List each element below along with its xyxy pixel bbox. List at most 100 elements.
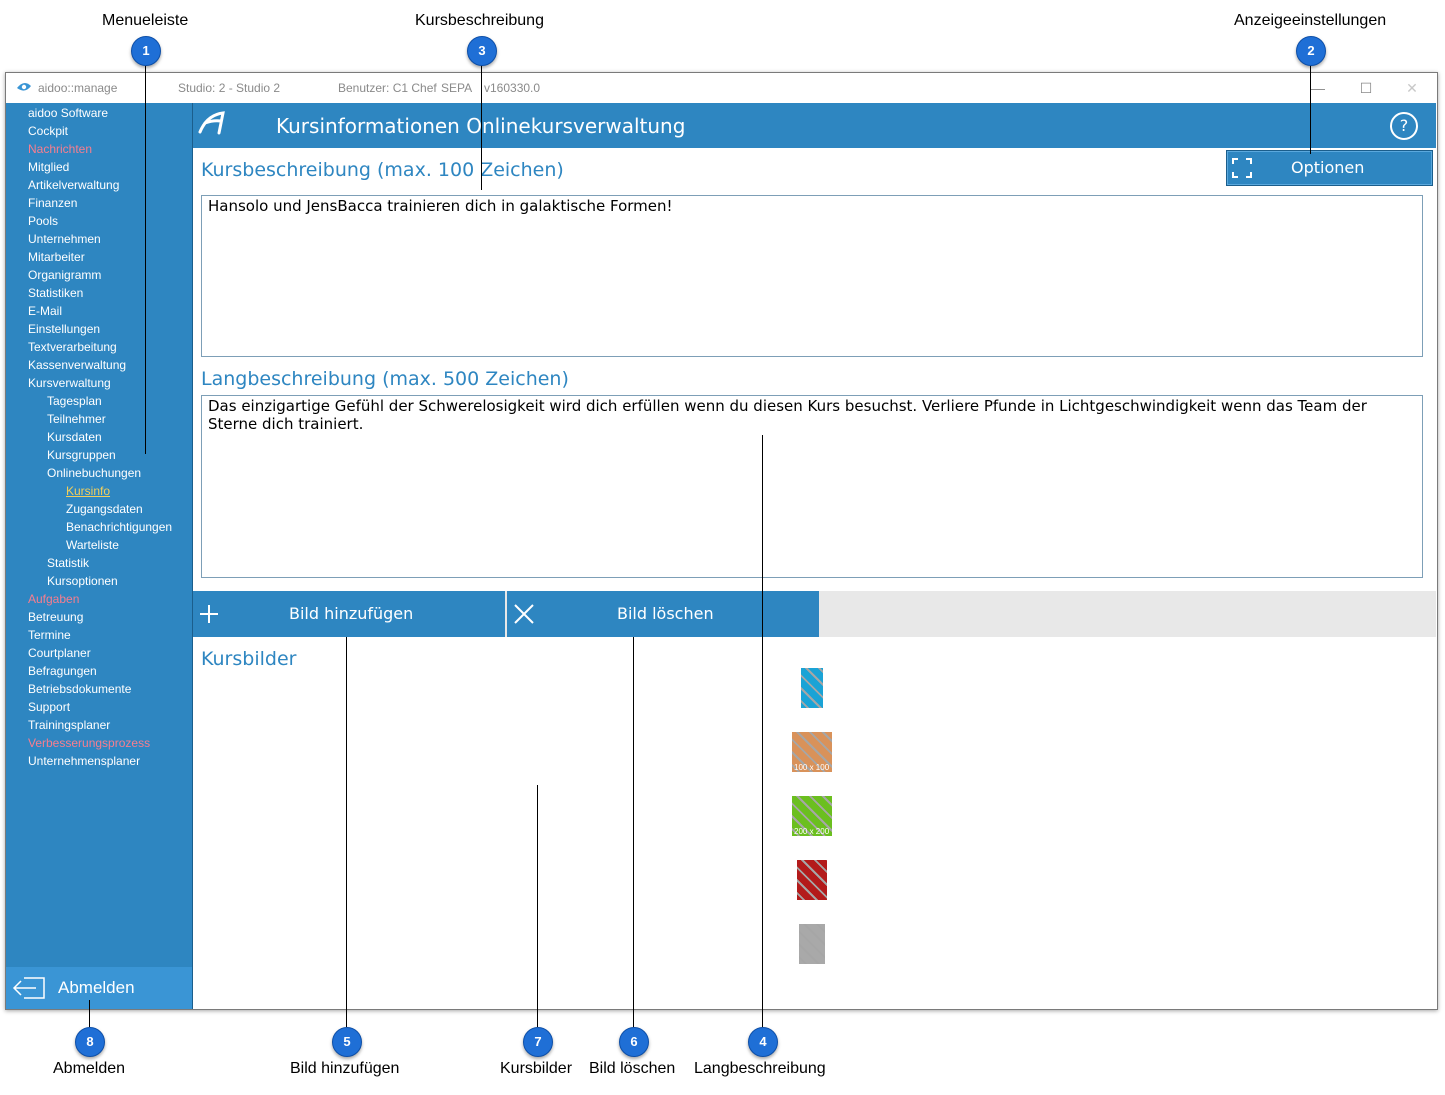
annotation-label-menueleiste: Menueleiste bbox=[102, 12, 189, 29]
delete-image-label: Bild löschen bbox=[617, 604, 714, 623]
main-content: Kursinformationen Onlinekursverwaltung ?… bbox=[192, 103, 1438, 1009]
sidebar-item[interactable]: Onlinebuchungen bbox=[47, 466, 141, 480]
course-image-caption: 100 x 100 bbox=[794, 763, 830, 772]
annotation-label-kursbeschreibung: Kursbeschreibung bbox=[415, 12, 544, 29]
annotation-line-4 bbox=[762, 435, 763, 1027]
sidebar-item[interactable]: Artikelverwaltung bbox=[28, 178, 119, 192]
sidebar-item[interactable]: Kursverwaltung bbox=[28, 376, 111, 390]
kursbilder-title: Kursbilder bbox=[201, 648, 297, 670]
sidebar-item[interactable]: Organigramm bbox=[28, 268, 101, 282]
sidebar-item[interactable]: Teilnehmer bbox=[47, 412, 106, 426]
maximize-button[interactable]: ☐ bbox=[1346, 77, 1386, 99]
course-image-thumbnail[interactable]: 200 x 200 bbox=[792, 796, 832, 836]
course-image-thumbnail[interactable]: 100 x 100 bbox=[792, 732, 832, 772]
sidebar-item[interactable]: Kassenverwaltung bbox=[28, 358, 126, 372]
app-eye-icon bbox=[17, 82, 31, 91]
annotation-label-anzeigeeinstellungen: Anzeigeeinstellungen bbox=[1234, 12, 1387, 29]
app-window: aidoo::manage Studio: 2 - Studio 2 Benut… bbox=[5, 72, 1438, 1010]
title-bar: aidoo::manage Studio: 2 - Studio 2 Benut… bbox=[6, 73, 1437, 103]
annotation-badge-3: 3 bbox=[467, 36, 497, 66]
sidebar-item[interactable]: Kursoptionen bbox=[47, 574, 118, 588]
annotation-line-3 bbox=[481, 64, 482, 190]
sidebar-item[interactable]: Kursdaten bbox=[47, 430, 102, 444]
sidebar-item[interactable]: Kursinfo bbox=[66, 484, 110, 498]
course-image-thumbnail[interactable] bbox=[799, 924, 825, 964]
sidebar-item[interactable]: Finanzen bbox=[28, 196, 77, 210]
header-bar: Kursinformationen Onlinekursverwaltung ? bbox=[193, 103, 1436, 148]
annotation-badge-1: 1 bbox=[131, 36, 161, 66]
image-toolbar: Bild hinzufügen Bild löschen bbox=[193, 591, 1436, 637]
sidebar-item[interactable]: aidoo Software bbox=[28, 106, 108, 120]
sidebar-item[interactable]: Statistiken bbox=[28, 286, 83, 300]
annotation-line-1 bbox=[145, 64, 146, 454]
kursbeschreibung-title: Kursbeschreibung (max. 100 Zeichen) bbox=[201, 159, 564, 181]
aidoo-logo-icon bbox=[198, 111, 225, 135]
annotation-line-7 bbox=[537, 785, 538, 1027]
sidebar-item[interactable]: Kursgruppen bbox=[47, 448, 116, 462]
annotation-line-6 bbox=[633, 637, 634, 1027]
close-button[interactable]: ✕ bbox=[1392, 77, 1432, 99]
sidebar-item[interactable]: Courtplaner bbox=[28, 646, 91, 660]
plus-icon bbox=[200, 605, 218, 623]
studio-info: Studio: 2 - Studio 2 bbox=[178, 81, 281, 95]
minimize-button[interactable]: — bbox=[1298, 77, 1338, 99]
sidebar-item[interactable]: Unternehmen bbox=[28, 232, 101, 246]
logout-arrow-icon bbox=[12, 977, 45, 999]
user-info: Benutzer: C1 Chef bbox=[338, 81, 437, 95]
course-image-thumbnail[interactable] bbox=[797, 860, 827, 900]
help-icon[interactable]: ? bbox=[1390, 112, 1418, 140]
options-label: Optionen bbox=[1291, 158, 1365, 177]
close-x-icon bbox=[514, 604, 534, 624]
sidebar-item[interactable]: Mitglied bbox=[28, 160, 69, 174]
annotation-line-8 bbox=[89, 1000, 90, 1027]
annotation-label-bild-loeschen: Bild löschen bbox=[589, 1060, 676, 1077]
course-image-thumbnail[interactable] bbox=[801, 668, 823, 708]
sidebar-item[interactable]: Einstellungen bbox=[28, 322, 100, 336]
sidebar-item[interactable]: Statistik bbox=[47, 556, 89, 570]
sidebar-item[interactable]: Warteliste bbox=[66, 538, 119, 552]
sidebar-item[interactable]: Mitarbeiter bbox=[28, 250, 85, 264]
sidebar-menu: aidoo Software Cockpit Nachrichten Mitglied… bbox=[6, 103, 192, 1009]
annotation-label-langbeschreibung: Langbeschreibung bbox=[694, 1060, 826, 1077]
annotation-badge-5: 5 bbox=[332, 1027, 362, 1057]
sidebar-item[interactable]: Pools bbox=[28, 214, 58, 228]
sidebar-item[interactable]: Befragungen bbox=[28, 664, 97, 678]
langbeschreibung-field[interactable]: Das einzigartige Gefühl der Schwerelosig… bbox=[201, 395, 1423, 578]
add-image-label: Bild hinzufügen bbox=[289, 604, 414, 623]
add-image-button[interactable]: Bild hinzufügen bbox=[193, 591, 505, 637]
annotation-label-bild-hinzufuegen: Bild hinzufügen bbox=[290, 1060, 400, 1077]
sidebar-item[interactable]: Unternehmensplaner bbox=[28, 754, 140, 768]
sidebar-item[interactable]: Benachrichtigungen bbox=[66, 520, 172, 534]
sidebar-item[interactable]: E-Mail bbox=[28, 304, 62, 318]
version-info: v160330.0 bbox=[484, 81, 541, 95]
sepa-info: SEPA bbox=[441, 81, 473, 95]
delete-image-button[interactable]: Bild löschen bbox=[507, 591, 819, 637]
sidebar-item[interactable]: Verbesserungsprozess bbox=[28, 736, 150, 750]
sidebar-item[interactable]: Betriebsdokumente bbox=[28, 682, 131, 696]
sidebar-item[interactable]: Aufgaben bbox=[28, 592, 79, 606]
logout-button[interactable]: Abmelden bbox=[6, 967, 192, 1009]
sidebar-item[interactable]: Termine bbox=[28, 628, 71, 642]
options-button[interactable]: Optionen bbox=[1226, 150, 1433, 186]
sidebar-item[interactable]: Tagesplan bbox=[47, 394, 102, 408]
sidebar-item[interactable]: Betreuung bbox=[28, 610, 83, 624]
annotation-label-abmelden: Abmelden bbox=[53, 1060, 126, 1077]
sidebar-item[interactable]: Nachrichten bbox=[28, 142, 92, 156]
kursbeschreibung-field[interactable]: Hansolo und JensBacca trainieren dich in… bbox=[201, 195, 1423, 357]
logout-label: Abmelden bbox=[58, 978, 135, 997]
annotation-label-kursbilder: Kursbilder bbox=[500, 1060, 573, 1077]
annotation-badge-4: 4 bbox=[748, 1027, 778, 1057]
langbeschreibung-title: Langbeschreibung (max. 500 Zeichen) bbox=[201, 368, 569, 390]
course-image-caption: 200 x 200 bbox=[794, 827, 830, 836]
app-name: aidoo::manage bbox=[38, 81, 118, 95]
sidebar-item[interactable]: Cockpit bbox=[28, 124, 68, 138]
sidebar-item[interactable]: Trainingsplaner bbox=[28, 718, 110, 732]
sidebar-item[interactable]: Textverarbeitung bbox=[28, 340, 117, 354]
annotation-line-2 bbox=[1310, 64, 1311, 154]
expand-icon bbox=[1232, 158, 1252, 178]
annotation-badge-8: 8 bbox=[75, 1027, 105, 1057]
sidebar-item[interactable]: Support bbox=[28, 700, 70, 714]
annotation-badge-2: 2 bbox=[1296, 36, 1326, 66]
sidebar-item[interactable]: Zugangsdaten bbox=[66, 502, 143, 516]
annotation-badge-6: 6 bbox=[619, 1027, 649, 1057]
